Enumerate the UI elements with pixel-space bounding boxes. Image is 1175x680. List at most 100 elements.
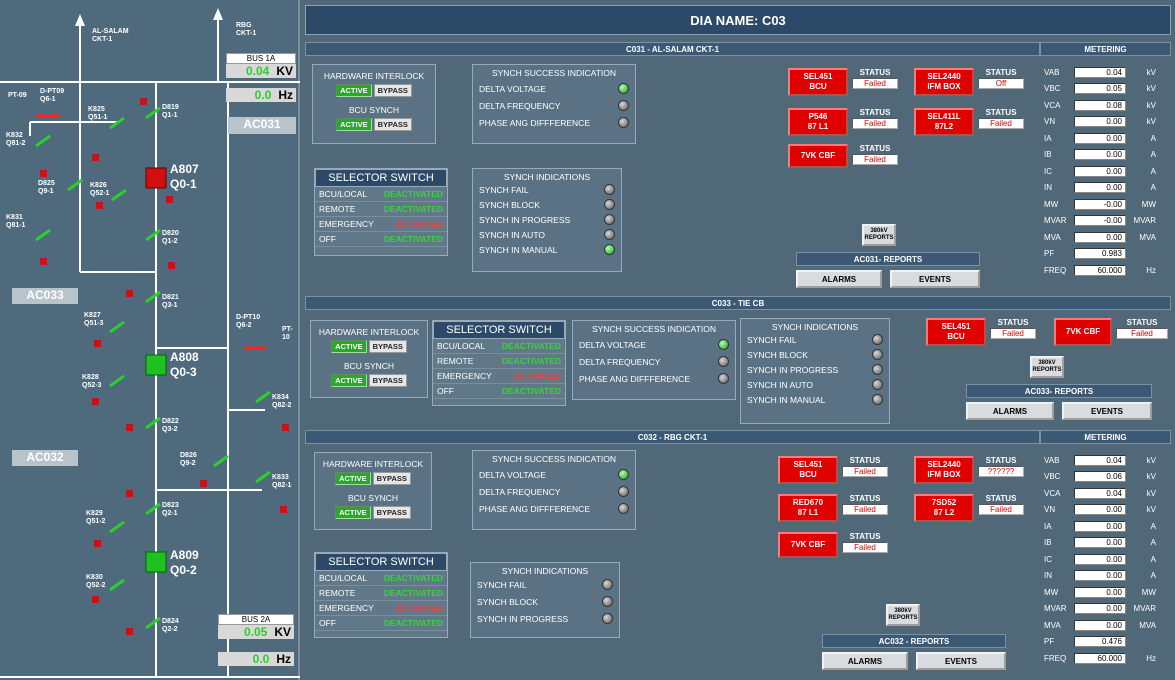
- bcu-synch-active-toggle[interactable]: ACTIVE: [331, 374, 367, 387]
- bay-label-ac033[interactable]: AC033: [12, 288, 78, 304]
- bay-label-ac031[interactable]: AC031: [228, 117, 296, 134]
- synch-fail-label: SYNCH FAIL: [747, 334, 797, 345]
- status-label: STATUS: [985, 68, 1017, 77]
- bcu-synch-bypass-toggle[interactable]: BYPASS: [373, 118, 412, 131]
- metering-label: IN: [1044, 183, 1052, 193]
- metering-label: MW: [1044, 587, 1059, 597]
- metering-label: VAB: [1044, 67, 1060, 77]
- selector-off-state: DEACTIVATED: [383, 234, 443, 244]
- hw-interlock-label: HARDWARE INTERLOCK: [318, 327, 420, 337]
- alarms-button-c032[interactable]: ALARMS: [822, 652, 908, 670]
- delta-frequency-label: DELTA FREQUENCY: [479, 100, 561, 111]
- relay-c032-7sd52[interactable]: 7SD52 87 L2 STATUS Failed: [914, 494, 1024, 522]
- label-k834: K834 Q82-2: [272, 394, 292, 409]
- alarms-button-c031[interactable]: ALARMS: [796, 270, 882, 288]
- relay-c031-7vk[interactable]: 7VK CBF STATUS Failed: [788, 144, 898, 168]
- selector-bcu-local[interactable]: BCU/LOCAL: [319, 189, 367, 199]
- label-d819: D819 Q1-1: [162, 104, 179, 119]
- selector-emergency[interactable]: EMERGENCY: [319, 603, 374, 613]
- metering-value: -0.00: [1074, 198, 1126, 210]
- events-button-c032[interactable]: EVENTS: [916, 652, 1006, 670]
- selector-remote[interactable]: REMOTE: [437, 356, 473, 366]
- metering-unit: Hz: [1146, 265, 1156, 275]
- selector-bcu-local-state: DEACTIVATED: [501, 341, 561, 351]
- hw-interlock-bypass-toggle[interactable]: BYPASS: [373, 84, 412, 97]
- c032-selector-switch: SELECTOR SWITCH BCU/LOCAL DEACTIVATED REM…: [314, 552, 448, 638]
- phase-ang-label: PHASE ANG DIFFFERENCE: [579, 373, 690, 384]
- hw-interlock-active-toggle[interactable]: ACTIVE: [335, 472, 371, 485]
- relay-c032-sel451[interactable]: SEL451 BCU STATUS Failed: [778, 456, 888, 484]
- metering-row: VN 0.00 kV: [1044, 114, 1168, 131]
- selector-off[interactable]: OFF: [319, 618, 336, 628]
- bus1a-readout: BUS 1A 0.04 KV: [226, 53, 296, 78]
- hw-interlock-bypass-toggle[interactable]: BYPASS: [372, 472, 411, 485]
- relay-c031-p546[interactable]: P546 87 L1 STATUS Failed: [788, 108, 898, 136]
- delta-frequency-indicator-icon: [618, 486, 629, 497]
- metering-value: 0.00: [1074, 182, 1126, 194]
- selector-switch-title: SELECTOR SWITCH: [433, 321, 565, 339]
- reports-380kv-button-c032[interactable]: 380kV REPORTS: [886, 604, 920, 626]
- synch-fail-indicator-icon: [604, 184, 615, 195]
- selector-remote[interactable]: REMOTE: [319, 588, 355, 598]
- relay-c031-sel2440[interactable]: SEL2440 IFM BOX STATUS Off: [914, 68, 1024, 96]
- relay-c033-7vk[interactable]: 7VK CBF STATUS Failed: [1054, 318, 1168, 346]
- relay-c032-sel2440[interactable]: SEL2440 IFM BOX STATUS??????: [914, 456, 1024, 484]
- synch-indications-title: SYNCH INDICATIONS: [771, 322, 859, 332]
- metering-unit: MVA: [1139, 232, 1156, 242]
- delta-frequency-indicator-icon: [618, 100, 629, 111]
- hw-interlock-active-toggle[interactable]: ACTIVE: [331, 340, 367, 353]
- metering-unit: kV: [1146, 67, 1156, 77]
- bcu-synch-active-toggle[interactable]: ACTIVE: [335, 506, 371, 519]
- metering-row: FREQ 60.000 Hz: [1044, 262, 1168, 279]
- metering-value: 0.00: [1074, 570, 1126, 582]
- bcu-synch-label: BCU SYNCH: [343, 361, 395, 371]
- selector-bcu-local[interactable]: BCU/LOCAL: [437, 341, 485, 351]
- breaker-a807-label[interactable]: A807 Q0-1: [170, 162, 199, 192]
- phase-ang-indicator-icon: [618, 117, 629, 128]
- metering-unit: A: [1150, 133, 1156, 143]
- reports-380kv-button-c031[interactable]: 380kV REPORTS: [862, 224, 896, 246]
- bcu-synch-bypass-toggle[interactable]: BYPASS: [368, 374, 407, 387]
- bcu-synch-bypass-toggle[interactable]: BYPASS: [372, 506, 411, 519]
- selector-off[interactable]: OFF: [319, 234, 336, 244]
- hw-interlock-bypass-toggle[interactable]: BYPASS: [368, 340, 407, 353]
- c031-metering-panel: VAB 0.04 kV VBC 0.05 kV VCA 0.08 kV VN 0.00 kV IA 0.0…: [1044, 64, 1168, 279]
- c031-synch-success-panel: SYNCH SUCCESS INDICATION DELTA VOLTAGE D…: [472, 64, 636, 144]
- metering-row: VCA 0.08 kV: [1044, 97, 1168, 114]
- c033-synch-success-panel: SYNCH SUCCESS INDICATION DELTA VOLTAGE D…: [572, 320, 736, 400]
- synch-indications-title: SYNCH INDICATIONS: [501, 566, 589, 576]
- hw-interlock-active-toggle[interactable]: ACTIVE: [336, 84, 372, 97]
- synch-progress-label: SYNCH IN PROGRESS: [747, 364, 839, 375]
- relay-c032-7vk[interactable]: 7VK CBF STATUS Failed: [778, 532, 888, 558]
- selector-bcu-local[interactable]: BCU/LOCAL: [319, 573, 367, 583]
- selector-emergency[interactable]: EMERGENCY: [319, 219, 374, 229]
- events-button-c033[interactable]: EVENTS: [1062, 402, 1152, 420]
- alarms-button-c033[interactable]: ALARMS: [966, 402, 1054, 420]
- synch-block-indicator-icon: [604, 199, 615, 210]
- relay-c033-sel451[interactable]: SEL451 BCU STATUS Failed: [926, 318, 1036, 346]
- delta-voltage-indicator-icon: [718, 339, 729, 350]
- status-label: STATUS: [997, 318, 1029, 327]
- breaker-a808-label[interactable]: A808 Q0-3: [170, 350, 199, 380]
- relay-c032-red670[interactable]: RED670 87 L1 STATUS Failed: [778, 494, 888, 522]
- label-d820: D820 Q1-2: [162, 230, 179, 245]
- selector-remote[interactable]: REMOTE: [319, 204, 355, 214]
- metering-value: 0.00: [1074, 537, 1126, 549]
- relay-c031-sel451[interactable]: SEL451 BCU STATUS Failed: [788, 68, 898, 96]
- bay-label-ac032[interactable]: AC032: [12, 450, 78, 466]
- events-button-c031[interactable]: EVENTS: [890, 270, 980, 288]
- bcu-synch-active-toggle[interactable]: ACTIVE: [336, 118, 372, 131]
- status-label: STATUS: [985, 494, 1017, 503]
- selector-emergency-state: ACTIVATED: [395, 603, 443, 613]
- selector-emergency[interactable]: EMERGENCY: [437, 371, 492, 381]
- section-title-c033: C033 - TIE CB: [305, 296, 1171, 310]
- synch-fail-indicator-icon: [872, 334, 883, 345]
- relay-c031-sel411l[interactable]: SEL411L 87L2 STATUS Failed: [914, 108, 1024, 136]
- metering-unit: MVAR: [1133, 604, 1156, 614]
- metering-label: MVA: [1044, 232, 1061, 242]
- reports-380kv-button-c033[interactable]: 380kV REPORTS: [1030, 356, 1064, 378]
- selector-off-state: DEACTIVATED: [501, 386, 561, 396]
- c033-interlock-panel: HARDWARE INTERLOCK ACTIVE BYPASS BCU SYNC…: [310, 320, 428, 398]
- selector-off[interactable]: OFF: [437, 386, 454, 396]
- breaker-a809-label[interactable]: A809 Q0-2: [170, 548, 199, 578]
